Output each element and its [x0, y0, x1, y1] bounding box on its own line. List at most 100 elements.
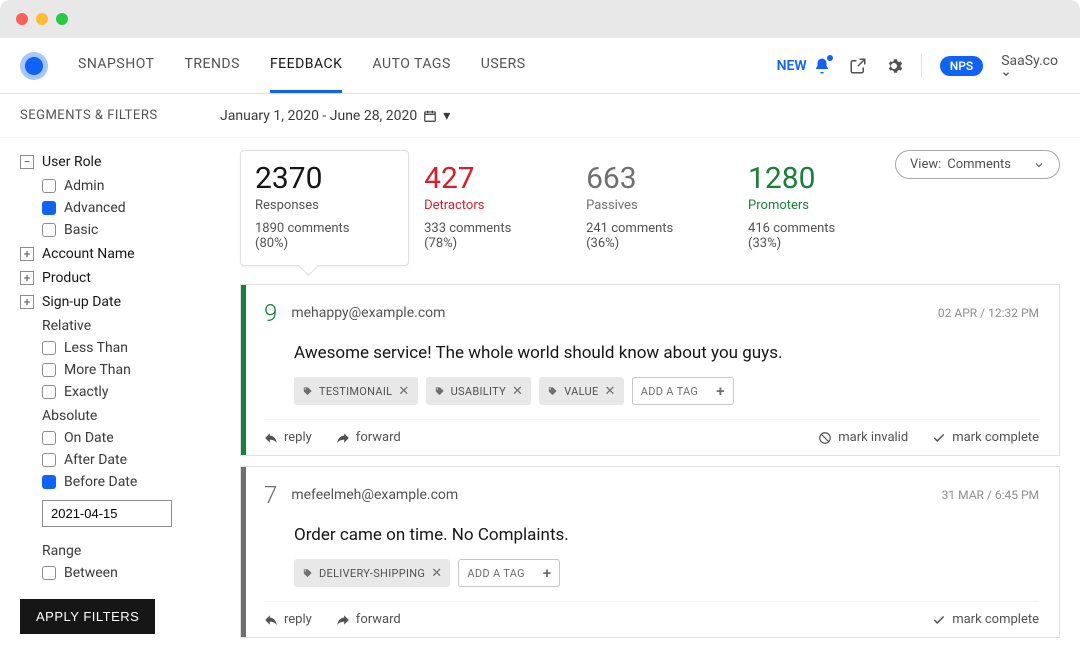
- mark-invalid-action[interactable]: mark invalid: [818, 430, 908, 445]
- nav-auto-tags[interactable]: AUTO TAGS: [372, 38, 450, 93]
- tag-remove-icon[interactable]: ✕: [605, 384, 616, 399]
- view-select[interactable]: View: Comments: [895, 150, 1060, 179]
- tag-remove-icon[interactable]: ✕: [431, 566, 442, 581]
- nps-score: 7: [264, 481, 277, 509]
- stat-responses[interactable]: 2370 Responses 1890 comments (80%): [240, 150, 409, 266]
- add-tag-button[interactable]: ADD A TAG+: [458, 559, 560, 587]
- reply-action[interactable]: reply: [264, 612, 312, 627]
- nps-badge[interactable]: NPS: [940, 56, 984, 76]
- stat-sub: 333 comments (78%): [424, 221, 544, 251]
- action-label: reply: [284, 430, 312, 445]
- expand-icon: +: [20, 271, 34, 285]
- gear-icon[interactable]: [885, 57, 903, 75]
- stat-promoters[interactable]: 1280 Promoters 416 comments (33%): [733, 150, 895, 266]
- date-range-picker[interactable]: January 1, 2020 - June 28, 2020 ▾: [220, 108, 450, 124]
- timestamp: 31 MAR / 6:45 PM: [942, 488, 1039, 502]
- filter-option-after-date[interactable]: After Date: [42, 452, 200, 468]
- forward-action[interactable]: forward: [336, 612, 401, 627]
- checkbox: [42, 223, 56, 237]
- company-name: SaaSy.co: [1001, 53, 1058, 69]
- date-input[interactable]: [42, 500, 172, 527]
- tag-label: DELIVERY-SHIPPING: [319, 567, 425, 580]
- stat-passives[interactable]: 663 Passives 241 comments (36%): [571, 150, 733, 266]
- view-value: Comments: [947, 157, 1011, 172]
- filter-option-on-date[interactable]: On Date: [42, 430, 200, 446]
- nav-trends[interactable]: TRENDS: [185, 38, 240, 93]
- relative-label: Relative: [42, 318, 200, 334]
- tag[interactable]: VALUE✕: [539, 377, 624, 405]
- add-tag-button[interactable]: ADD A TAG +: [632, 377, 734, 405]
- checkbox: [42, 385, 56, 399]
- action-label: mark complete: [952, 430, 1039, 445]
- stat-detractors[interactable]: 427 Detractors 333 comments (78%): [409, 150, 571, 266]
- share-icon[interactable]: [849, 57, 867, 75]
- stat-number: 427: [424, 161, 544, 196]
- bell-icon[interactable]: [813, 57, 831, 75]
- mark-complete-action[interactable]: mark complete: [932, 430, 1039, 445]
- option-label: Basic: [64, 222, 98, 238]
- tag-label: TESTIMONAIL: [319, 385, 392, 398]
- checkbox: [42, 566, 56, 580]
- tag[interactable]: TESTIMONAIL ✕: [294, 377, 418, 405]
- option-label: Admin: [64, 178, 104, 194]
- comment-text: Order came on time. No Complaints.: [264, 525, 1039, 545]
- filter-option-admin[interactable]: Admin: [42, 178, 200, 194]
- chevron-down-icon: [1033, 159, 1045, 171]
- action-label: mark invalid: [838, 430, 908, 445]
- filter-label: User Role: [42, 154, 101, 170]
- tag[interactable]: USABILITY ✕: [426, 377, 532, 405]
- filter-option-exactly[interactable]: Exactly: [42, 384, 200, 400]
- tag-remove-icon[interactable]: ✕: [512, 384, 523, 399]
- filter-option-before-date[interactable]: Before Date: [42, 474, 200, 490]
- filter-option-advanced[interactable]: Advanced: [42, 200, 200, 216]
- apply-filters-button[interactable]: APPLY FILTERS: [20, 599, 155, 634]
- nav-feedback[interactable]: FEEDBACK: [270, 38, 343, 93]
- filter-option-basic[interactable]: Basic: [42, 222, 200, 238]
- tag-remove-icon[interactable]: ✕: [398, 384, 409, 399]
- option-label: Less Than: [64, 340, 128, 356]
- checkbox: [42, 363, 56, 377]
- feedback-card: 9 mehappy@example.com 02 APR / 12:32 PM …: [240, 284, 1060, 456]
- filter-option-more-than[interactable]: More Than: [42, 362, 200, 378]
- window-maximize-dot[interactable]: [56, 13, 68, 25]
- nav-snapshot[interactable]: SNAPSHOT: [78, 38, 155, 93]
- tag-label: USABILITY: [451, 385, 506, 398]
- tag[interactable]: DELIVERY-SHIPPING ✕: [294, 559, 450, 587]
- new-link[interactable]: NEW: [777, 57, 831, 75]
- sub-header: SEGMENTS & FILTERS January 1, 2020 - Jun…: [0, 94, 1080, 138]
- option-label: After Date: [64, 452, 127, 468]
- filter-option-less-than[interactable]: Less Than: [42, 340, 200, 356]
- collapse-icon: −: [20, 155, 34, 169]
- option-label: More Than: [64, 362, 131, 378]
- mark-complete-action[interactable]: mark complete: [932, 612, 1039, 627]
- window-close-dot[interactable]: [16, 13, 28, 25]
- caret-down-icon: ▾: [443, 108, 450, 124]
- checkbox: [42, 475, 56, 489]
- stat-number: 663: [586, 161, 706, 196]
- company-switcher[interactable]: SaaSy.co: [1001, 53, 1060, 79]
- absolute-label: Absolute: [42, 408, 200, 424]
- respondent-email[interactable]: mehappy@example.com: [291, 305, 445, 321]
- filter-signup-date-toggle[interactable]: +Sign-up Date: [20, 294, 200, 310]
- stat-label: Promoters: [748, 198, 868, 213]
- nav-items: SNAPSHOT TRENDS FEEDBACK AUTO TAGS USERS: [78, 38, 526, 93]
- nav-users[interactable]: USERS: [481, 38, 526, 93]
- respondent-email[interactable]: mefeelmeh@example.com: [291, 487, 458, 503]
- filter-account-name-toggle[interactable]: +Account Name: [20, 246, 200, 262]
- calendar-icon: [423, 109, 437, 123]
- reply-action[interactable]: reply: [264, 430, 312, 445]
- separator: [921, 54, 922, 78]
- filter-option-between[interactable]: Between: [42, 565, 200, 581]
- forward-action[interactable]: forward: [336, 430, 401, 445]
- plus-icon: +: [716, 382, 725, 400]
- stat-label: Passives: [586, 198, 706, 213]
- stat-sub: 416 comments (33%): [748, 221, 868, 251]
- app-logo[interactable]: [20, 52, 48, 80]
- filter-product-toggle[interactable]: +Product: [20, 270, 200, 286]
- filter-user-role-toggle[interactable]: − User Role: [20, 154, 200, 170]
- segments-filters-title: SEGMENTS & FILTERS: [20, 108, 220, 123]
- filter-label: Account Name: [42, 246, 135, 262]
- window-minimize-dot[interactable]: [36, 13, 48, 25]
- new-label: NEW: [777, 58, 807, 74]
- add-tag-label: ADD A TAG: [641, 385, 698, 398]
